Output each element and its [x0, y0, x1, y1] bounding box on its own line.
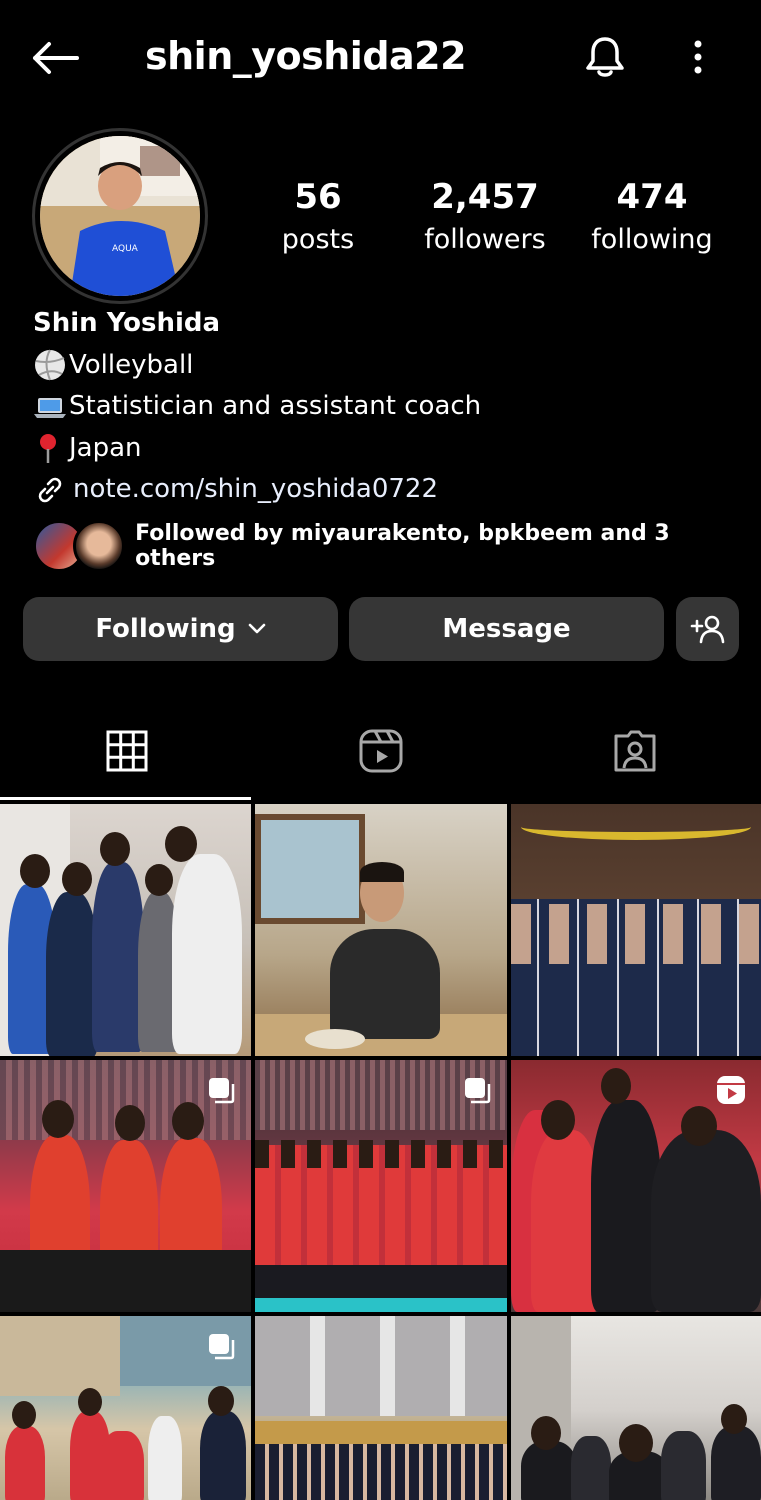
avatar-photo: AQUA — [40, 136, 200, 296]
add-user-icon — [690, 615, 724, 644]
profile-avatar[interactable]: AQUA — [32, 128, 208, 304]
message-button-label: Message — [442, 614, 571, 644]
top-bar: shin_yoshida22 — [0, 0, 761, 115]
posts-stat[interactable]: 56 posts — [268, 175, 368, 261]
post-thumbnail[interactable] — [255, 1316, 507, 1500]
more-vertical-icon — [694, 40, 702, 74]
bio-line-role: Statistician and assistant coach — [69, 391, 482, 421]
laptop-icon — [33, 390, 67, 424]
following-count: 474 — [616, 177, 688, 217]
post-thumbnail[interactable] — [255, 1060, 507, 1312]
pin-icon — [33, 431, 67, 465]
posts-label: posts — [281, 224, 355, 255]
carousel-icon — [209, 1334, 235, 1360]
mutual-avatar — [73, 520, 125, 572]
followers-stat[interactable]: 2,457 followers — [420, 175, 550, 261]
volleyball-icon — [33, 348, 67, 382]
mutual-followers-text: Followed by miyaurakento, bpkbeem and 3 … — [135, 521, 670, 571]
arrow-left-icon — [33, 42, 79, 74]
posts-count: 56 — [294, 177, 342, 217]
following-button-label: Following — [95, 614, 236, 644]
reels-icon — [359, 729, 402, 773]
tab-reels[interactable] — [254, 700, 507, 802]
following-label: following — [591, 224, 713, 255]
svg-text:AQUA: AQUA — [112, 244, 139, 254]
post-thumbnail[interactable] — [0, 1316, 251, 1500]
post-thumbnail[interactable] — [255, 804, 507, 1056]
mutual-followers[interactable]: Followed by miyaurakento, bpkbeem and 3 … — [33, 518, 733, 574]
tab-tagged[interactable] — [508, 700, 761, 802]
tagged-icon — [614, 730, 655, 772]
reels-icon — [717, 1076, 745, 1104]
post-thumbnail[interactable] — [511, 804, 761, 1056]
post-thumbnail[interactable] — [0, 1060, 251, 1312]
bio-link[interactable]: note.com/shin_yoshida0722 — [33, 469, 481, 511]
display-name: Shin Yoshida — [33, 308, 221, 338]
profile-bio: Shin Yoshida Volleyball Statistician and… — [33, 303, 481, 511]
notifications-button[interactable] — [580, 32, 630, 82]
post-thumbnail[interactable] — [511, 1060, 761, 1312]
bio-line-location: Japan — [69, 432, 142, 463]
following-stat[interactable]: 474 following — [590, 175, 714, 261]
suggest-users-button[interactable] — [676, 597, 739, 661]
carousel-icon — [465, 1078, 491, 1104]
chevron-down-icon — [248, 623, 266, 635]
post-thumbnail[interactable] — [511, 1316, 761, 1500]
following-button[interactable]: Following — [23, 597, 338, 661]
followers-count: 2,457 — [431, 177, 539, 217]
link-icon — [33, 473, 67, 507]
bio-link-text[interactable]: note.com/shin_yoshida0722 — [73, 469, 438, 511]
followers-label: followers — [424, 224, 546, 255]
bio-line-sport: Volleyball — [69, 349, 194, 380]
bell-icon — [586, 37, 624, 77]
active-tab-indicator — [0, 797, 251, 800]
post-thumbnail[interactable] — [0, 804, 251, 1056]
tab-posts-grid[interactable] — [0, 700, 253, 802]
grid-icon — [106, 730, 147, 772]
profile-tabs — [0, 700, 761, 802]
message-button[interactable]: Message — [349, 597, 664, 661]
profile-username: shin_yoshida22 — [145, 34, 467, 78]
more-options-button[interactable] — [680, 32, 716, 82]
back-button[interactable] — [28, 36, 82, 80]
carousel-icon — [209, 1078, 235, 1104]
